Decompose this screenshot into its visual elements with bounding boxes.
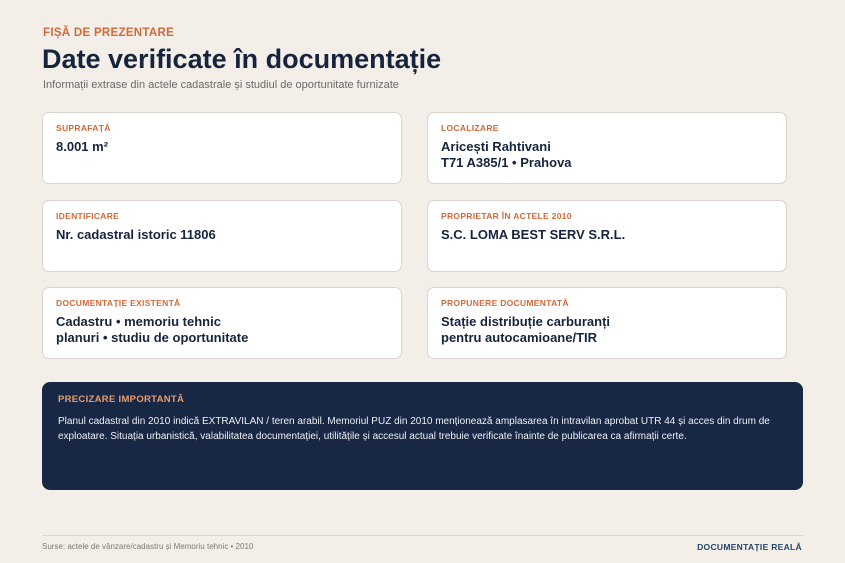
- card-value-line: Cadastru • memoriu tehnic: [56, 314, 221, 329]
- card-propunere-documentata: PROPUNERE DOCUMENTATĂ Stație distribuție…: [427, 287, 787, 359]
- card-value: Stație distribuție carburanți pentru aut…: [441, 314, 773, 346]
- eyebrow: FIȘĂ DE PREZENTARE: [43, 27, 175, 39]
- card-label: PROPRIETAR ÎN ACTELE 2010: [441, 211, 572, 221]
- page-title: Date verificate în documentație: [42, 44, 442, 74]
- card-value: Aricești Rahtivani T71 A385/1 • Prahova: [441, 139, 773, 171]
- footer-tag: DOCUMENTAȚIE REALĂ: [697, 542, 802, 552]
- card-label: IDENTIFICARE: [56, 211, 120, 221]
- card-label: LOCALIZARE: [441, 123, 499, 133]
- card-value: Cadastru • memoriu tehnic planuri • stud…: [56, 314, 388, 346]
- card-value-line: 8.001 m²: [56, 139, 109, 154]
- card-localizare: LOCALIZARE Aricești Rahtivani T71 A385/1…: [427, 112, 787, 184]
- card-label: PROPUNERE DOCUMENTATĂ: [441, 298, 569, 308]
- card-value-line: T71 A385/1 • Prahova: [441, 155, 572, 170]
- card-value-line: Stație distribuție carburanți: [441, 314, 611, 329]
- card-value-line: S.C. LOMA BEST SERV S.R.L.: [441, 227, 626, 242]
- card-label: SUPRAFAȚĂ: [56, 123, 111, 133]
- card-suprafata: SUPRAFAȚĂ 8.001 m²: [42, 112, 402, 184]
- card-value-line: Nr. cadastral istoric 11806: [56, 227, 216, 242]
- notice-text: Planul cadastral din 2010 indică EXTRAVI…: [58, 416, 770, 442]
- card-value: 8.001 m²: [56, 139, 388, 155]
- footer-sources: Surse: actele de vânzare/cadastru și Mem…: [42, 542, 254, 551]
- card-value-line: pentru autocamioane/TIR: [441, 330, 598, 345]
- card-documentatie-existenta: DOCUMENTAȚIE EXISTENTĂ Cadastru • memori…: [42, 287, 402, 359]
- page-subtitle: Informații extrase din actele cadastrale…: [43, 79, 399, 91]
- card-value: Nr. cadastral istoric 11806: [56, 227, 388, 243]
- card-proprietar: PROPRIETAR ÎN ACTELE 2010 S.C. LOMA BEST…: [427, 200, 787, 272]
- card-value: S.C. LOMA BEST SERV S.R.L.: [441, 227, 773, 243]
- card-value-line: planuri • studiu de oportunitate: [56, 330, 249, 345]
- footer-divider: [42, 535, 803, 536]
- notice-label: PRECIZARE IMPORTANTĂ: [58, 394, 185, 405]
- card-label: DOCUMENTAȚIE EXISTENTĂ: [56, 298, 181, 308]
- card-value-line: Aricești Rahtivani: [441, 139, 551, 154]
- important-notice: PRECIZARE IMPORTANTĂ Planul cadastral di…: [42, 382, 803, 490]
- card-identificare: IDENTIFICARE Nr. cadastral istoric 11806: [42, 200, 402, 272]
